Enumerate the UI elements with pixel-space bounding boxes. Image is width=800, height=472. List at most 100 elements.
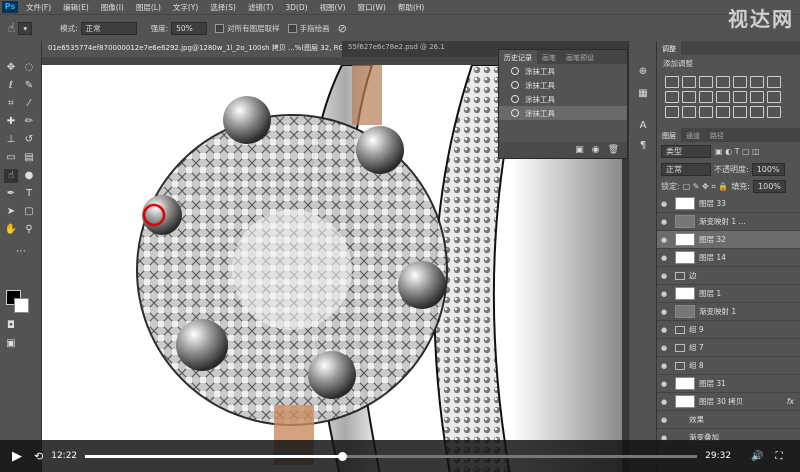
dodge-icon[interactable]: ● <box>22 169 36 183</box>
visibility-eye-icon[interactable]: ● <box>657 290 671 298</box>
fullscreen-icon[interactable]: ⛶ <box>776 451 783 462</box>
layer-panel-icon[interactable]: ▦ <box>636 87 650 101</box>
tab-adjustments[interactable]: 调整 <box>657 41 681 55</box>
tab-history[interactable]: 历史记录 <box>499 50 537 64</box>
layer-row[interactable]: ● 图层 14 <box>657 249 800 267</box>
photo-filter-icon[interactable] <box>716 91 730 103</box>
finger-painting-checkbox[interactable] <box>287 23 297 33</box>
menu-layer[interactable]: 图层(L) <box>130 2 167 13</box>
quick-select-icon[interactable]: ✎ <box>22 79 36 93</box>
tab-brush[interactable]: 画笔 <box>537 50 561 64</box>
color-balance-icon[interactable] <box>682 91 696 103</box>
path-select-icon[interactable]: ➤ <box>4 205 18 219</box>
vibrance-icon[interactable] <box>733 76 747 88</box>
visibility-eye-icon[interactable]: ● <box>657 398 671 406</box>
layer-row[interactable]: ● 图层 31 <box>657 375 800 393</box>
layer-row[interactable]: ● 组 8 <box>657 357 800 375</box>
visibility-eye-icon[interactable]: ● <box>657 272 671 280</box>
properties-icon[interactable]: A <box>636 119 650 133</box>
layer-row[interactable]: ● 图层 32 <box>657 231 800 249</box>
fx-badge[interactable]: fx <box>787 397 794 406</box>
hue-saturation-icon[interactable] <box>665 91 679 103</box>
sample-all-checkbox[interactable] <box>215 23 225 33</box>
visibility-eye-icon[interactable]: ● <box>657 344 671 352</box>
smudge-icon[interactable]: ☝ <box>4 169 18 183</box>
levels-icon[interactable] <box>682 76 696 88</box>
menu-window[interactable]: 窗口(W) <box>352 2 392 13</box>
lock-icons[interactable]: ▢ ✎ ✥ ⌗ 🔒 <box>683 182 729 192</box>
menu-view[interactable]: 视图(V) <box>314 2 352 13</box>
tab-channels[interactable]: 通道 <box>681 128 705 142</box>
tab-second-document[interactable]: 55f627e6c78e2.psd @ 26.1 <box>342 41 451 57</box>
progress-knob[interactable] <box>338 451 348 461</box>
layer-row[interactable]: ● 渐变映射 1 <box>657 303 800 321</box>
blend-mode-select[interactable]: 正常 <box>661 163 711 176</box>
layer-row[interactable]: ● 图层 1 <box>657 285 800 303</box>
visibility-eye-icon[interactable]: ● <box>657 218 671 226</box>
history-item[interactable]: 涂抹工具 <box>499 78 627 92</box>
tab-paths[interactable]: 路径 <box>705 128 729 142</box>
history-item[interactable]: 涂抹工具 <box>499 92 627 106</box>
paragraph-icon[interactable]: ¶ <box>636 139 650 153</box>
screen-mode-icon[interactable]: ▣ <box>4 337 18 351</box>
visibility-eye-icon[interactable]: ● <box>657 200 671 208</box>
history-brush-icon[interactable]: ↺ <box>22 133 36 147</box>
brightness-icon[interactable] <box>665 76 679 88</box>
exposure-icon[interactable] <box>716 76 730 88</box>
filter-icons[interactable]: ▣ ◐ T ▢ ◫ <box>715 147 760 156</box>
curves-icon[interactable] <box>699 76 713 88</box>
menu-filter[interactable]: 滤镜(T) <box>242 2 279 13</box>
visibility-eye-icon[interactable]: ● <box>657 416 671 424</box>
menu-file[interactable]: 文件(F) <box>20 2 57 13</box>
progress-bar[interactable] <box>85 451 698 461</box>
color-lookup-icon[interactable] <box>750 91 764 103</box>
menu-edit[interactable]: 编辑(E) <box>57 2 95 13</box>
visibility-eye-icon[interactable]: ● <box>657 326 671 334</box>
brush-tool-icon[interactable]: ✏ <box>22 115 36 129</box>
type-tool-icon[interactable]: T <box>22 187 36 201</box>
tab-brush-presets[interactable]: 画笔预设 <box>561 50 599 64</box>
selective-color-icon[interactable] <box>733 106 747 118</box>
gradient-map-icon[interactable] <box>716 106 730 118</box>
play-icon[interactable]: ▶ <box>12 449 22 464</box>
background-color-swatch[interactable] <box>14 298 29 313</box>
layer-row[interactable]: ● 图层 33 <box>657 195 800 213</box>
visibility-eye-icon[interactable]: ● <box>657 236 671 244</box>
layer-row[interactable]: ● 图层 30 拷贝 fx <box>657 393 800 411</box>
history-item-selected[interactable]: 涂抹工具 <box>499 106 627 120</box>
volume-icon[interactable]: 🔊 <box>751 451 763 462</box>
new-document-icon[interactable]: ▣ <box>575 145 584 155</box>
layer-filter-select[interactable]: 类型 <box>661 145 711 158</box>
adjust-panel-icon[interactable]: ⊕ <box>636 65 650 79</box>
visibility-eye-icon[interactable]: ● <box>657 380 671 388</box>
black-white-icon[interactable] <box>699 91 713 103</box>
channel-mixer-icon[interactable] <box>733 91 747 103</box>
move-tool-icon[interactable]: ✥ <box>4 61 18 75</box>
threshold-icon[interactable] <box>699 106 713 118</box>
pressure-icon[interactable]: ⊘ <box>338 22 347 35</box>
strength-input[interactable]: 50% <box>171 21 208 35</box>
pen-tool-icon[interactable]: ✒ <box>4 187 18 201</box>
brush-preset-picker[interactable]: ▾ <box>18 21 33 35</box>
eraser-icon[interactable]: ▭ <box>4 151 18 165</box>
posterize-icon[interactable] <box>682 106 696 118</box>
invert-icon[interactable] <box>665 106 679 118</box>
menu-help[interactable]: 帮助(H) <box>392 2 431 13</box>
visibility-eye-icon[interactable]: ● <box>657 308 671 316</box>
lasso-tool-icon[interactable]: ℓ <box>4 79 18 93</box>
layer-row[interactable]: ● 组 9 <box>657 321 800 339</box>
visibility-eye-icon[interactable]: ● <box>657 362 671 370</box>
mode-select[interactable]: 正常 <box>80 21 137 35</box>
gradient-icon[interactable]: ▤ <box>22 151 36 165</box>
tab-active-document[interactable]: 01e6535774ef870000012e7e6e6292.jpg@1280w… <box>42 41 342 57</box>
marquee-tool-icon[interactable]: ◌ <box>22 61 36 75</box>
eyedropper-icon[interactable]: ⁄ <box>22 97 36 111</box>
snapshot-camera-icon[interactable]: ◉ <box>592 145 600 155</box>
more-tools-icon[interactable]: ⋯ <box>14 245 28 259</box>
smudge-tool-icon[interactable]: ☝ <box>8 21 15 35</box>
clone-stamp-icon[interactable]: ⊥ <box>4 133 18 147</box>
hand-tool-icon[interactable]: ✋ <box>4 223 18 237</box>
menu-type[interactable]: 文字(Y) <box>167 2 204 13</box>
layer-row[interactable]: ● 效果 <box>657 411 800 429</box>
opacity-input[interactable]: 100% <box>751 163 785 176</box>
